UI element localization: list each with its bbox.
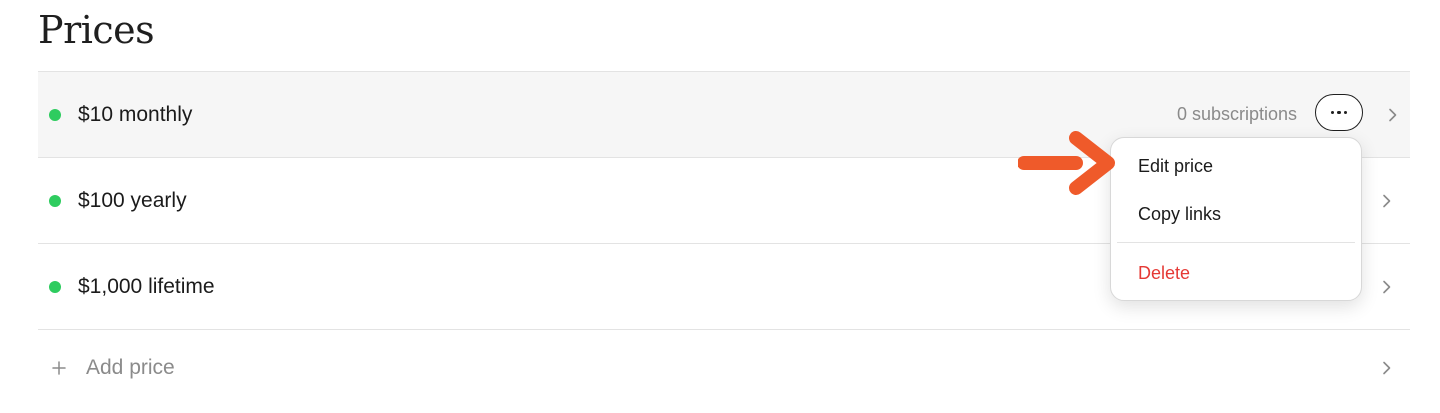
chevron-right-icon[interactable] (1380, 194, 1394, 208)
status-dot (49, 280, 61, 293)
status-dot (49, 194, 61, 207)
copy-links-menu-item[interactable]: Copy links (1138, 204, 1221, 225)
status-dot (49, 108, 61, 121)
plus-icon (52, 360, 66, 375)
chevron-right-icon[interactable] (1386, 108, 1400, 122)
ellipsis-icon (1330, 110, 1335, 115)
annotation-arrow-icon (1018, 131, 1115, 195)
more-options-button[interactable] (1315, 94, 1363, 131)
add-price-label: Add price (86, 355, 175, 379)
chevron-right-icon[interactable] (1380, 280, 1394, 294)
price-name: $100 yearly (78, 188, 187, 212)
subscriptions-count: 0 subscriptions (1176, 104, 1297, 124)
chevron-right-icon[interactable] (1380, 361, 1394, 375)
price-name: $10 monthly (78, 102, 193, 126)
delete-menu-item[interactable]: Delete (1138, 263, 1190, 284)
edit-price-menu-item[interactable]: Edit price (1138, 156, 1213, 177)
price-name: $1,000 lifetime (78, 274, 215, 298)
page-title: Prices (38, 8, 155, 52)
price-options-menu: Edit price Copy links Delete (1110, 137, 1362, 301)
add-price-row[interactable]: Add price (38, 329, 1410, 405)
menu-divider (1117, 242, 1355, 243)
